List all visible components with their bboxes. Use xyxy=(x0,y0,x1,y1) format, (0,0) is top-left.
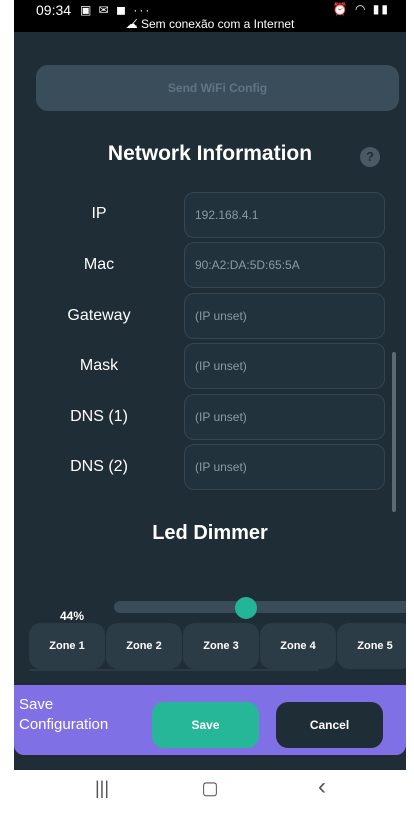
home-icon[interactable]: ▢ xyxy=(190,778,230,799)
send-wifi-config-button[interactable]: Send WiFi Config xyxy=(36,65,399,111)
mac-label: Mac xyxy=(83,256,115,273)
save-button[interactable]: Save xyxy=(152,702,259,748)
gateway-label: Gateway xyxy=(67,307,131,324)
dimmer-slider-track[interactable] xyxy=(114,601,406,613)
zone-5-tab[interactable]: Zone 5 xyxy=(337,623,406,669)
zone-4-tab[interactable]: Zone 4 xyxy=(260,623,336,669)
ip-field[interactable]: 192.168.4.1 xyxy=(184,192,385,238)
led-dimmer-title: Led Dimmer xyxy=(152,522,268,544)
system-icons: ⏰ ◠ ▮▮ xyxy=(332,2,390,16)
app-content: Send WiFi Config Network Information ? I… xyxy=(14,32,406,770)
cancel-button[interactable]: Cancel xyxy=(276,702,383,748)
help-icon[interactable]: ? xyxy=(360,147,380,167)
save-configuration-bar: Save Configuration Save Cancel xyxy=(14,685,406,755)
back-icon[interactable]: ‹ xyxy=(302,773,342,801)
zones-scroll-indicator xyxy=(29,669,319,671)
offline-banner: ☁̸ Sem conexão com a Internet xyxy=(14,17,406,31)
dns2-field[interactable]: (IP unset) xyxy=(184,444,385,490)
zone-tabs: Zone 1 Zone 2 Zone 3 Zone 4 Zone 5 xyxy=(29,623,406,669)
cloud-off-icon: ☁̸ xyxy=(125,17,141,31)
mac-field[interactable]: 90:A2:DA:5D:65:5A xyxy=(184,242,385,288)
mask-label: Mask xyxy=(79,357,119,374)
phone-screen: 09:34 ▣ ✉ ◼ ··· ⏰ ◠ ▮▮ ☁̸ Sem conexão co… xyxy=(0,0,414,814)
zone-2-tab[interactable]: Zone 2 xyxy=(106,623,182,669)
save-configuration-label: Save Configuration xyxy=(19,696,109,733)
android-nav-bar: ||| ▢ ‹ xyxy=(14,770,406,814)
notification-icons: ▣ ✉ ◼ ··· xyxy=(80,3,152,17)
status-bar: 09:34 ▣ ✉ ◼ ··· ⏰ ◠ ▮▮ ☁̸ Sem conexão co… xyxy=(14,0,406,32)
dns1-field[interactable]: (IP unset) xyxy=(184,394,385,440)
zone-1-tab[interactable]: Zone 1 xyxy=(29,623,105,669)
dns2-label: DNS (2) xyxy=(70,458,128,475)
page-scrollbar[interactable] xyxy=(392,352,396,512)
gateway-field[interactable]: (IP unset) xyxy=(184,293,385,339)
dimmer-slider-thumb[interactable] xyxy=(235,597,257,619)
network-information-title: Network Information xyxy=(107,142,313,165)
ip-label: IP xyxy=(91,205,107,222)
offline-text: Sem conexão com a Internet xyxy=(140,17,295,31)
zone-3-tab[interactable]: Zone 3 xyxy=(183,623,259,669)
dimmer-percent: 44% xyxy=(60,609,85,623)
status-time: 09:34 xyxy=(36,2,72,18)
mask-field[interactable]: (IP unset) xyxy=(184,343,385,389)
dns1-label: DNS (1) xyxy=(70,408,128,425)
recent-apps-icon[interactable]: ||| xyxy=(82,778,122,799)
